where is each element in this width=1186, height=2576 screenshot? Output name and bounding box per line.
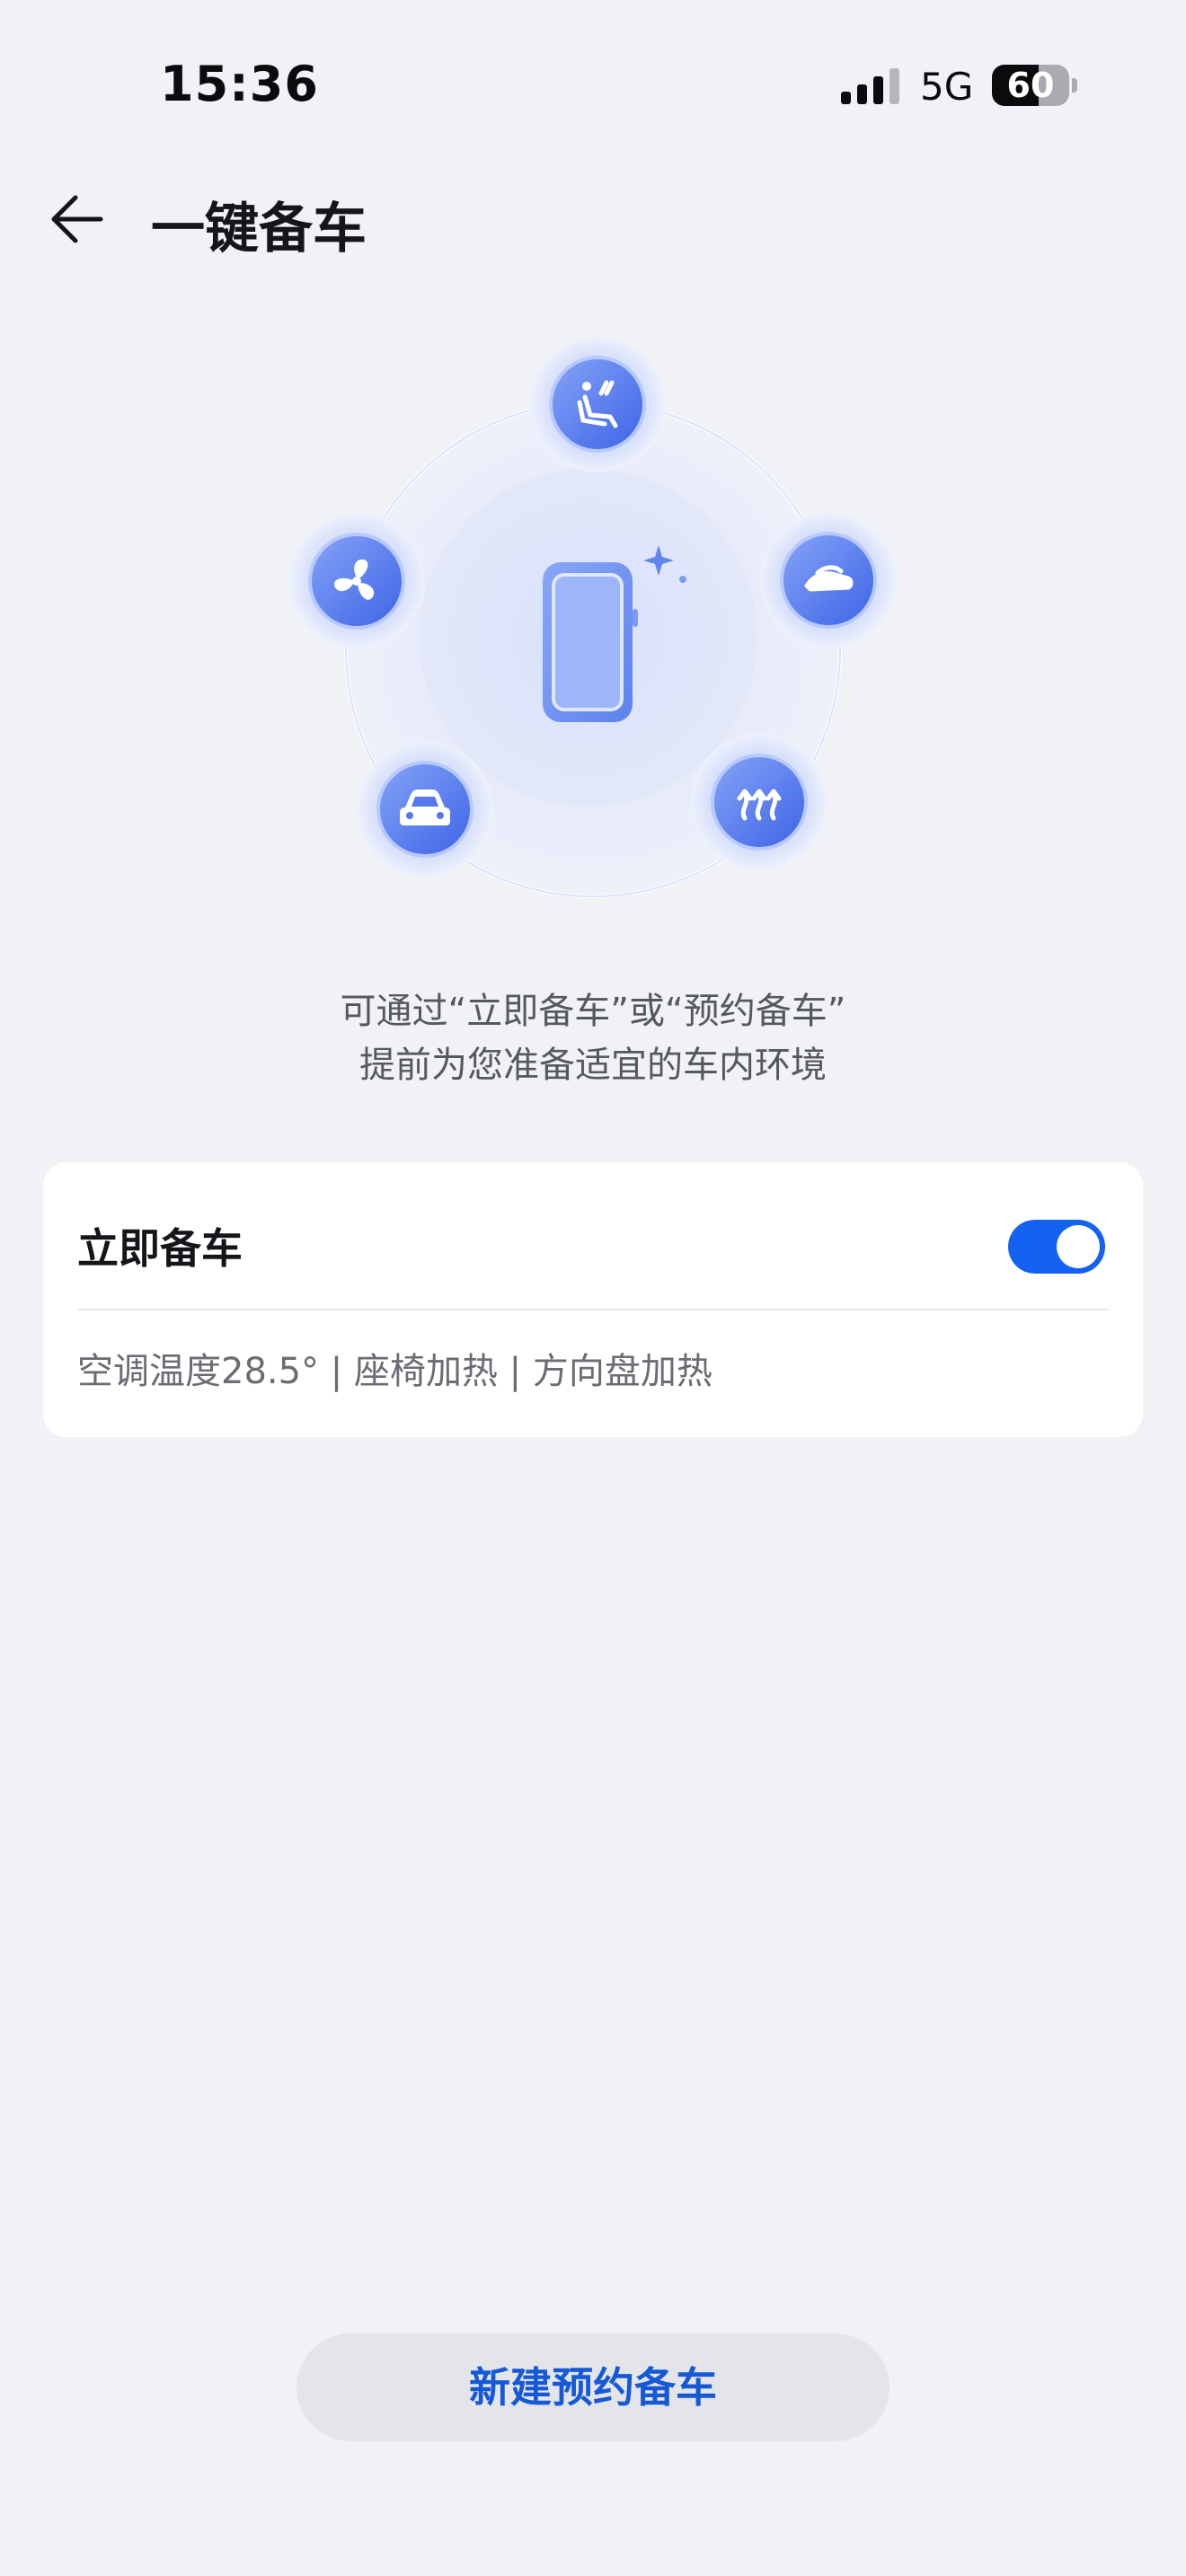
instant-prepare-card: 立即备车 空调温度28.5° | 座椅加热 | 方向盘加热 <box>43 1162 1143 1437</box>
description-line-1: 可通过“立即备车”或“预约备车” <box>340 991 846 1032</box>
description-line-2: 提前为您准备适宜的车内环境 <box>359 1045 827 1086</box>
page-title: 一键备车 <box>151 198 367 260</box>
seat-heating-icon <box>529 336 666 472</box>
hero-illustration <box>288 336 897 898</box>
instant-prepare-title: 立即备车 <box>77 1224 243 1273</box>
network-type: 5G <box>920 65 974 109</box>
steering-wheel-heating-icon <box>760 512 897 648</box>
toggle-knob <box>1057 1225 1100 1268</box>
description: 可通过“立即备车”或“预约备车” 提前为您准备适宜的车内环境 <box>0 984 1186 1092</box>
new-scheduled-prepare-button[interactable]: 新建预约备车 <box>296 2333 890 2441</box>
defrost-icon <box>691 734 828 870</box>
divider <box>77 1309 1109 1310</box>
instant-prepare-toggle[interactable] <box>1008 1220 1105 1274</box>
battery-icon: 60 <box>992 65 1078 106</box>
status-bar: 15:36 5G 60 <box>0 0 1186 171</box>
battery-level: 60 <box>1006 66 1055 105</box>
cellular-signal-icon <box>841 68 899 104</box>
instant-prepare-settings: 空调温度28.5° | 座椅加热 | 方向盘加热 <box>77 1351 712 1392</box>
arrow-left-icon <box>51 195 103 243</box>
back-button[interactable] <box>41 183 113 255</box>
status-time: 15:36 <box>160 56 319 112</box>
car-icon <box>357 741 493 878</box>
fan-icon <box>288 513 425 649</box>
